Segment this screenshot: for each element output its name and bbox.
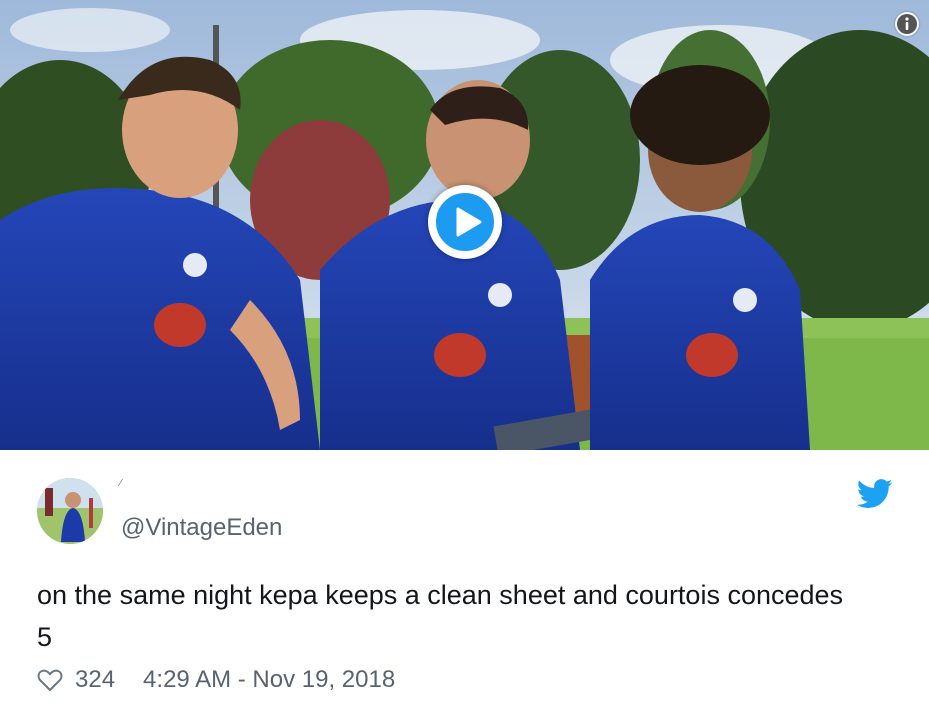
info-icon [897, 14, 917, 34]
display-name[interactable]: ⁄ [120, 478, 122, 489]
info-button[interactable] [895, 12, 919, 36]
avatar[interactable] [37, 478, 103, 544]
tweet-text: on the same night kepa keeps a clean she… [37, 580, 851, 652]
play-button[interactable] [428, 185, 502, 259]
play-icon [434, 191, 496, 253]
heart-icon[interactable] [37, 668, 63, 692]
twitter-bird-icon[interactable] [857, 479, 893, 509]
video-thumbnail[interactable] [0, 0, 929, 450]
timestamp-link[interactable]: 4:29 AM - Nov 19, 2018 [143, 666, 395, 694]
like-count[interactable]: 324 [75, 666, 115, 694]
avatar-image [37, 478, 103, 544]
user-handle[interactable]: @VintageEden [121, 514, 282, 542]
tweet-footer: 324 4:29 AM - Nov 19, 2018 [37, 664, 395, 696]
